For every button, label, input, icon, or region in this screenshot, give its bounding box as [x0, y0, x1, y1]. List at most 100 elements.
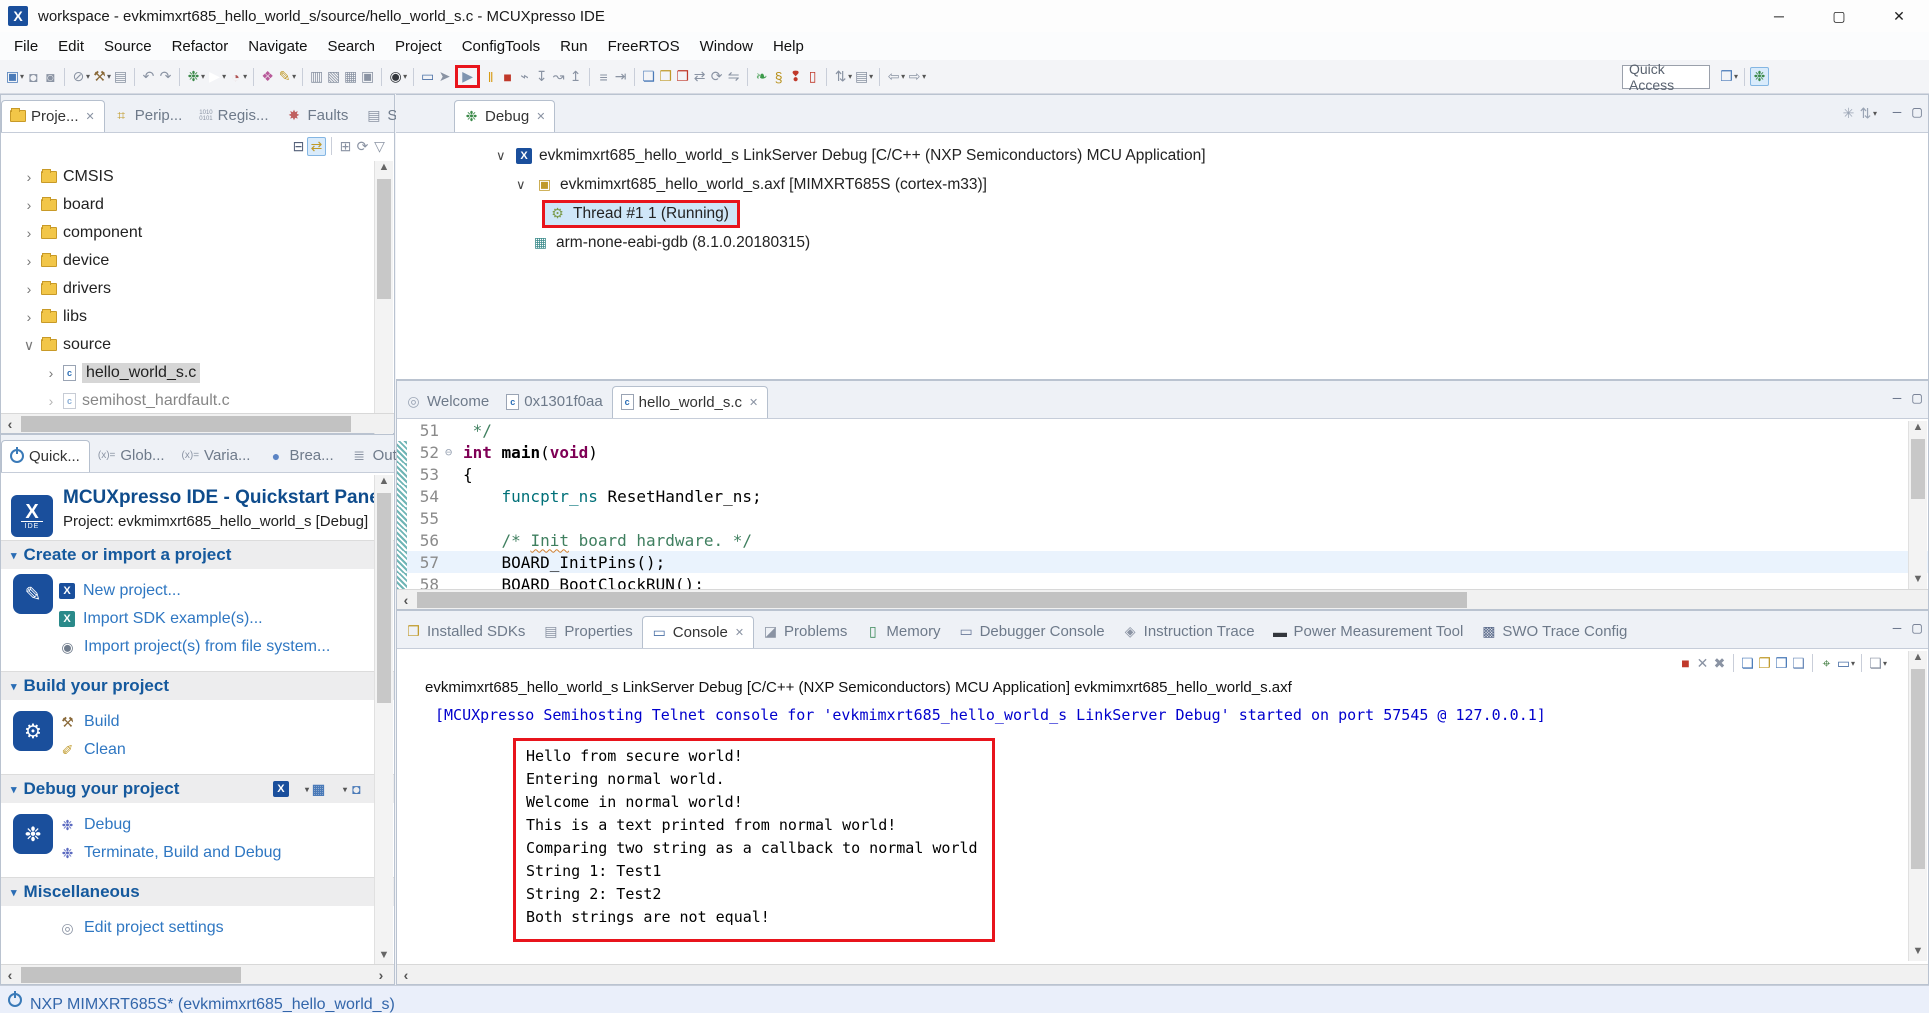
view-filter[interactable]: ✳	[1840, 105, 1857, 122]
debug-tree-row[interactable]: ⚙Thread #1 1 (Running)	[396, 199, 1928, 228]
dropdown-caret-icon[interactable]: ▾	[922, 72, 926, 81]
dropdown-caret-icon[interactable]: ▾	[86, 72, 90, 81]
section-collapse-icon[interactable]: ▾	[11, 549, 17, 562]
menu-search[interactable]: Search	[317, 35, 385, 58]
clear-console[interactable]: ❏	[1739, 655, 1756, 672]
tab-hello-world-s-c[interactable]: chello_world_s.c✕	[612, 386, 769, 418]
terminate-console[interactable]: ■	[1677, 655, 1694, 672]
menu-window[interactable]: Window	[690, 35, 763, 58]
display-selected-console[interactable]: ▭▾	[1835, 655, 1856, 672]
scroll-lock[interactable]: ❐	[1756, 655, 1773, 672]
dropdown-caret-icon[interactable]: ▾	[305, 785, 309, 794]
quickstart-link-clean[interactable]: ✐Clean	[59, 736, 394, 764]
tab-debug[interactable]: ❉ Debug ✕	[454, 100, 555, 132]
quickstart-link-import-sdk-example-s-[interactable]: XImport SDK example(s)...	[59, 605, 394, 633]
quickstart-link-terminate-build-and-debug[interactable]: ❉Terminate, Build and Debug	[59, 839, 394, 867]
config-tools[interactable]: ❖	[259, 68, 276, 85]
user[interactable]: ◉▾	[387, 68, 408, 85]
expand-arrow-icon[interactable]: ›	[23, 225, 35, 241]
tree-item-board[interactable]: ›board	[1, 191, 394, 219]
dropdown-caret-icon[interactable]: ▾	[292, 72, 296, 81]
tab-memory[interactable]: ▯Memory	[856, 616, 949, 648]
menu-project[interactable]: Project	[385, 35, 452, 58]
debug-pemicro[interactable]: ◘	[348, 781, 365, 798]
quick-access-box[interactable]: Quick Access	[1622, 65, 1710, 89]
dropdown-caret-icon[interactable]: ▾	[222, 72, 226, 81]
collapse[interactable]: ⇅▾	[1857, 105, 1878, 122]
doc-red[interactable]: ▯	[804, 68, 821, 85]
expand-arrow-icon[interactable]: ›	[45, 393, 57, 409]
show-stdout[interactable]: ❑	[1790, 655, 1807, 672]
quickstart-link-debug[interactable]: ❉Debug	[59, 811, 394, 839]
console-hscrollbar[interactable]: ‹	[397, 964, 1928, 984]
redo[interactable]: ↷	[157, 68, 174, 85]
editor-vscrollbar[interactable]: ▲▼	[1908, 421, 1927, 589]
tab-installed-sdks[interactable]: ❒Installed SDKs	[397, 616, 534, 648]
tab-quickstart[interactable]: Quick...	[1, 440, 90, 472]
console-minmax[interactable]: ─▢	[1890, 621, 1924, 635]
profile[interactable]: ◔▾	[227, 68, 248, 85]
menu-file[interactable]: File	[4, 35, 48, 58]
editor-minmax[interactable]: ─▢	[1890, 391, 1924, 405]
expand-arrow-icon[interactable]: ›	[23, 281, 35, 297]
debug-tree-row[interactable]: ▦arm-none-eabi-gdb (8.1.0.20180315)	[396, 228, 1928, 257]
forward[interactable]: ⇨▾	[906, 68, 927, 85]
editor-hscrollbar[interactable]: ‹	[397, 589, 1928, 609]
section-collapse-icon[interactable]: ▾	[11, 886, 17, 899]
console-output[interactable]: [MCUXpresso Semihosting Telnet console f…	[397, 700, 1928, 950]
quickstart-link-edit-project-settings[interactable]: ◎Edit project settings	[59, 914, 394, 942]
dropdown-caret-icon[interactable]: ▾	[343, 785, 347, 794]
fold-marker-icon[interactable]: ⊖	[445, 445, 463, 459]
expand-arrow-icon[interactable]: ∨	[496, 148, 509, 164]
save[interactable]: ◘	[25, 68, 42, 85]
dropdown-caret-icon[interactable]: ▾	[1873, 109, 1877, 118]
menu-freertos[interactable]: FreeRTOS	[598, 35, 690, 58]
tree-item-semihost-hardfault-c[interactable]: ›csemihost_hardfault.c	[1, 387, 394, 415]
view-menu[interactable]: ▽	[371, 138, 388, 155]
dropdown-caret-icon[interactable]: ▾	[20, 72, 24, 81]
tab-properties[interactable]: ▤Properties	[534, 616, 641, 648]
suspend[interactable]: ‖	[482, 68, 499, 85]
tab-debugger-console[interactable]: ▭Debugger Console	[950, 616, 1114, 648]
expand-arrow-icon[interactable]: ›	[45, 365, 57, 381]
quickstart-link-new-project-[interactable]: XNew project...	[59, 577, 394, 605]
quickstart-link-import-project-s-from-file-system-[interactable]: ◉Import project(s) from file system...	[59, 633, 394, 661]
close-icon[interactable]: ✕	[536, 110, 545, 123]
code-line-57[interactable]: 57 BOARD_InitPins();	[397, 551, 1928, 573]
dropdown-caret-icon[interactable]: ▾	[869, 72, 873, 81]
annotations[interactable]: ▤▾	[853, 68, 874, 85]
back[interactable]: ⇦▾	[885, 68, 906, 85]
menu-run[interactable]: Run	[550, 35, 598, 58]
quickstart-vscrollbar[interactable]: ▲▼	[374, 475, 393, 965]
move-to-line[interactable]: ⇥	[612, 68, 629, 85]
close-icon[interactable]: ✕	[735, 626, 744, 639]
code-line-56[interactable]: 56 /* Init board hardware. */	[397, 529, 1928, 551]
tab-global-variables[interactable]: (x)=Glob...	[90, 440, 174, 472]
remove-all-launches[interactable]: ✖	[1711, 655, 1728, 672]
dropdown-caret-icon[interactable]: ▾	[201, 72, 205, 81]
tree-item-drivers[interactable]: ›drivers	[1, 275, 394, 303]
debug-view-minmax[interactable]: ─▢	[1890, 105, 1924, 119]
run[interactable]: ▶▾	[206, 68, 227, 85]
undo[interactable]: ↶	[140, 68, 157, 85]
terminate[interactable]: ■	[499, 68, 516, 85]
project-tree-hscrollbar[interactable]: ‹	[1, 413, 394, 433]
code-line-51[interactable]: 51 */	[397, 419, 1928, 441]
tab-faults[interactable]: ✸Faults	[278, 100, 358, 132]
dropdown-caret-icon[interactable]: ▾	[848, 72, 852, 81]
book[interactable]: ▥	[308, 68, 325, 85]
new-file[interactable]: ▤	[112, 68, 129, 85]
expand-arrow-icon[interactable]: ›	[23, 197, 35, 213]
maximize-button[interactable]: ▢	[1809, 0, 1869, 32]
copy-gold[interactable]: ❒	[657, 68, 674, 85]
step-over[interactable]: ↝	[550, 68, 567, 85]
tab-console[interactable]: ▭Console✕	[642, 616, 754, 648]
expand-arrow-icon[interactable]: ›	[23, 309, 35, 325]
close-icon[interactable]: ✕	[86, 110, 95, 123]
close-icon[interactable]: ✕	[749, 396, 758, 409]
refresh[interactable]: ⟳	[708, 68, 725, 85]
open-perspective[interactable]: ❒▾	[1718, 68, 1739, 85]
mark-red[interactable]: ❢	[787, 68, 804, 85]
sort[interactable]: ⇅▾	[832, 68, 853, 85]
tab-variables[interactable]: (x)=Varia...	[174, 440, 260, 472]
